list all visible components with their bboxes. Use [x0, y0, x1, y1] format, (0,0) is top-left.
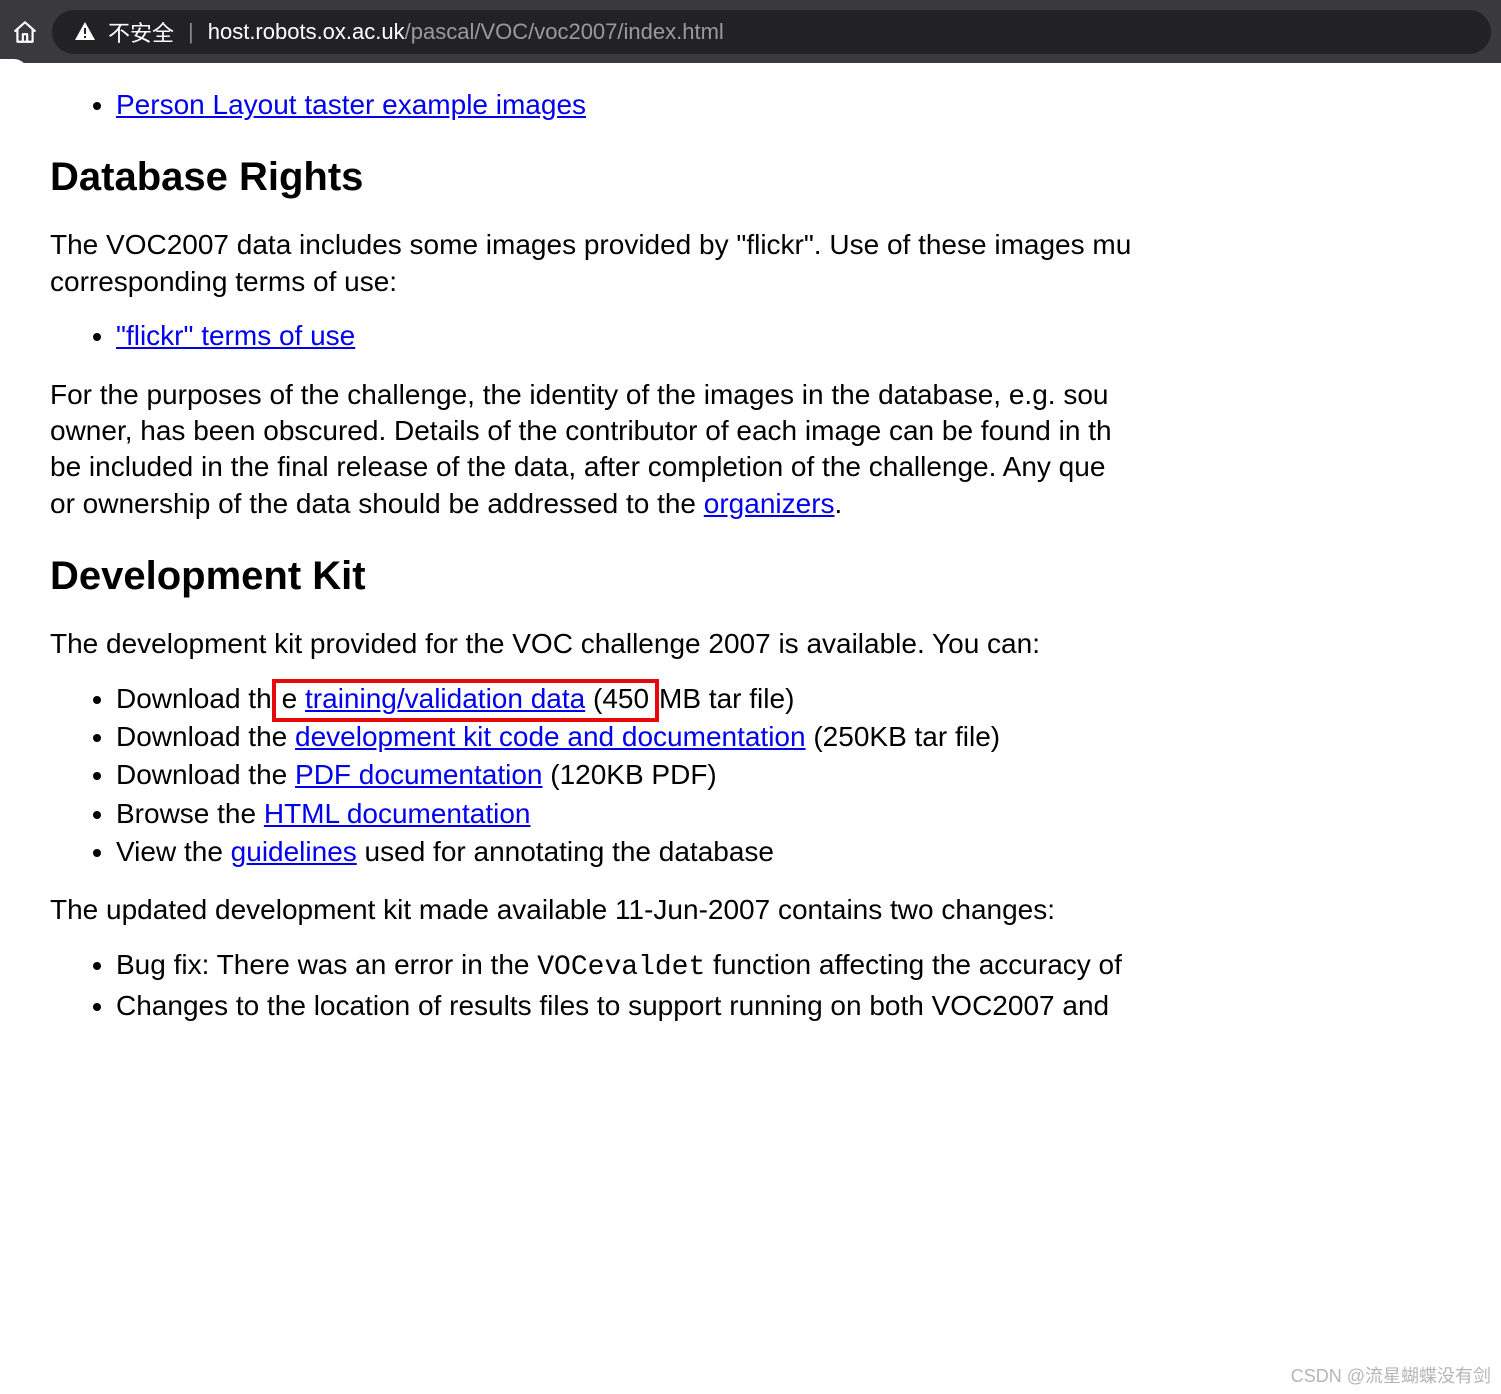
red-highlight-box: e training/validation data (450	[272, 679, 659, 722]
list-item: Changes to the location of results files…	[116, 988, 1501, 1024]
paragraph: For the purposes of the challenge, the i…	[50, 377, 1501, 523]
tab-curve	[0, 59, 28, 83]
separator: |	[184, 19, 198, 45]
heading-database-rights: Database Rights	[50, 151, 1501, 203]
list-item: Browse the HTML documentation	[116, 796, 1501, 832]
paragraph: The updated development kit made availab…	[50, 892, 1501, 928]
insecure-label: 不安全	[108, 16, 174, 48]
url-path: /pascal/VOC/voc2007/index.html	[405, 19, 724, 44]
html-doc-link[interactable]: HTML documentation	[264, 798, 531, 829]
paragraph: The VOC2007 data includes some images pr…	[50, 227, 1501, 300]
address-bar[interactable]: 不安全 | host.robots.ox.ac.uk/pascal/VOC/vo…	[52, 10, 1491, 54]
list-item: Download the training/validation data (4…	[116, 681, 1501, 717]
devkit-list: Download the training/validation data (4…	[50, 681, 1501, 871]
list-item: Person Layout taster example images	[116, 87, 1501, 123]
top-list: Person Layout taster example images	[50, 87, 1501, 123]
flickr-terms-link[interactable]: "flickr" terms of use	[116, 320, 355, 351]
pdf-doc-link[interactable]: PDF documentation	[295, 759, 542, 790]
heading-development-kit: Development Kit	[50, 550, 1501, 602]
url-text: host.robots.ox.ac.uk/pascal/VOC/voc2007/…	[208, 19, 724, 45]
watermark: CSDN @流星蝴蝶没有剑	[1291, 1362, 1491, 1388]
home-button[interactable]	[10, 17, 40, 47]
training-validation-link[interactable]: training/validation data	[305, 683, 585, 714]
list-item: Download the development kit code and do…	[116, 719, 1501, 755]
flickr-list: "flickr" terms of use	[50, 318, 1501, 354]
person-layout-link[interactable]: Person Layout taster example images	[116, 89, 586, 120]
browser-chrome: 不安全 | host.robots.ox.ac.uk/pascal/VOC/vo…	[0, 0, 1501, 63]
list-item: Bug fix: There was an error in the VOCev…	[116, 947, 1501, 986]
url-host: host.robots.ox.ac.uk	[208, 19, 405, 44]
list-item: "flickr" terms of use	[116, 318, 1501, 354]
warning-icon	[72, 19, 98, 45]
page-content: Person Layout taster example images Data…	[0, 63, 1501, 1025]
guidelines-link[interactable]: guidelines	[231, 836, 357, 867]
home-icon	[12, 19, 38, 45]
paragraph: The development kit provided for the VOC…	[50, 626, 1501, 662]
devkit-code-link[interactable]: development kit code and documentation	[295, 721, 806, 752]
changes-list: Bug fix: There was an error in the VOCev…	[50, 947, 1501, 1025]
list-item: View the guidelines used for annotating …	[116, 834, 1501, 870]
list-item: Download the PDF documentation (120KB PD…	[116, 757, 1501, 793]
code-vocevaldet: VOCevaldet	[537, 952, 705, 983]
organizers-link[interactable]: organizers	[704, 488, 835, 519]
